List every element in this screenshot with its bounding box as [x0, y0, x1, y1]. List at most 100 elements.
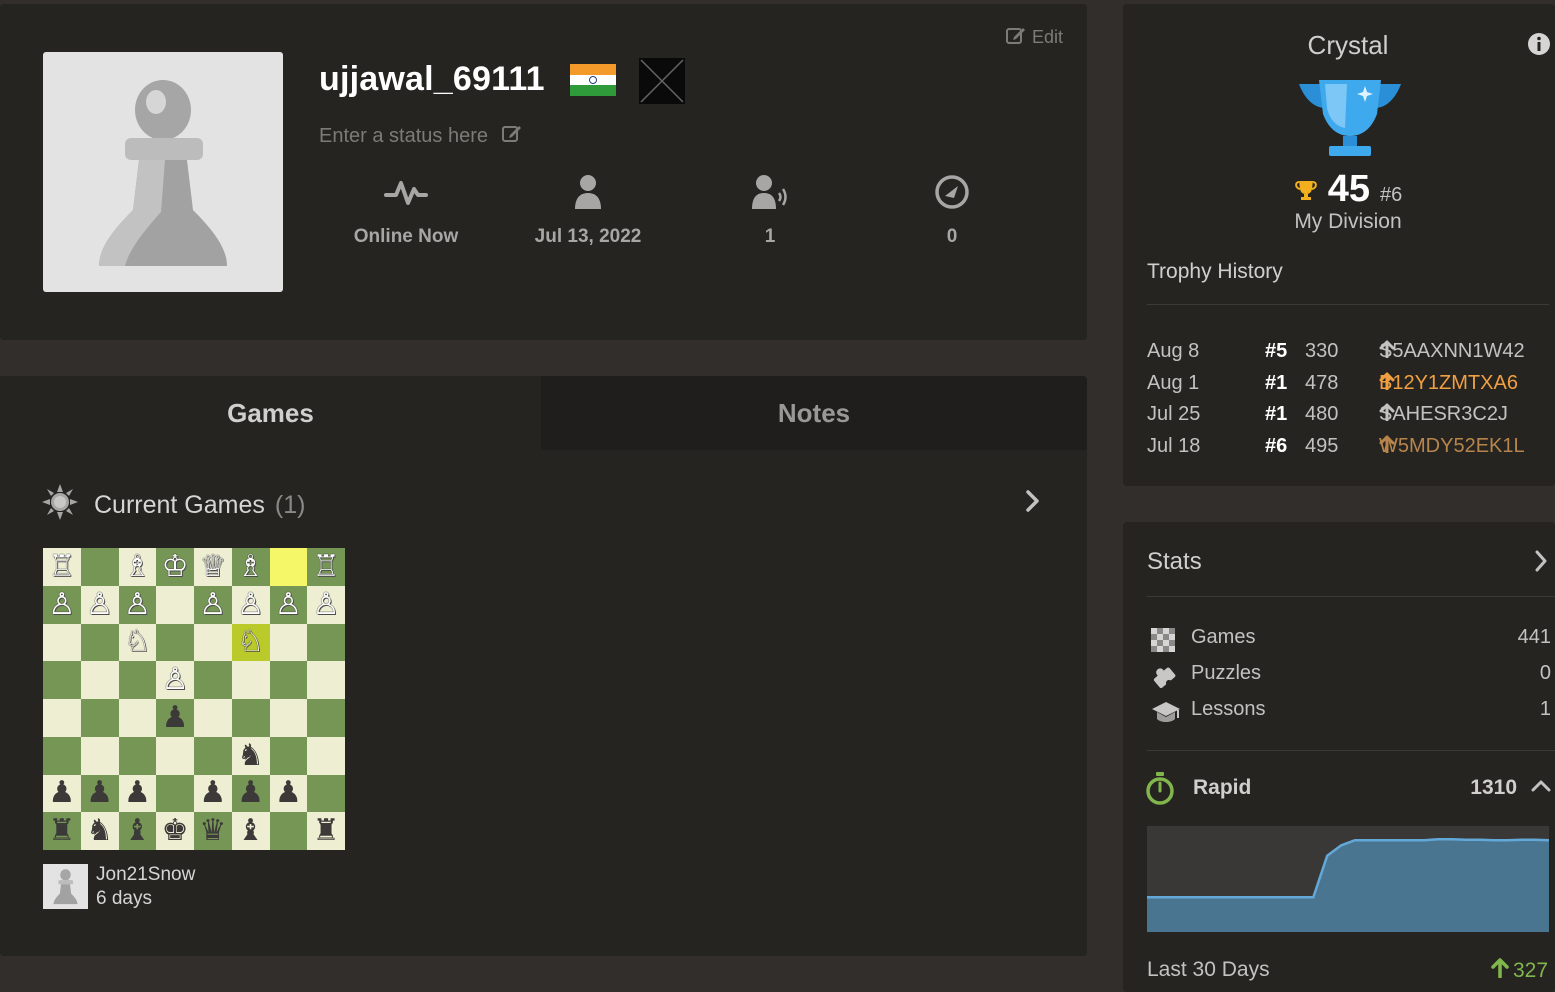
history-code-text: S5AAXNN1W42: [1379, 340, 1525, 362]
division-rank: 45 #6: [1123, 168, 1555, 211]
history-place: #1: [1265, 403, 1288, 425]
opponent-name[interactable]: Jon21Snow: [96, 864, 195, 886]
board-square: [80, 661, 119, 699]
stat-row-games[interactable]: Games 441: [1151, 626, 1551, 656]
white-pawn-icon: ♙: [48, 586, 76, 622]
chevron-right-icon[interactable]: [1024, 490, 1042, 517]
time-remaining: 6 days: [96, 888, 152, 909]
division-points: 45: [1327, 168, 1371, 210]
board-square: [231, 661, 270, 699]
board-square: [80, 699, 119, 737]
white-king-icon: ♔: [161, 548, 189, 584]
tab-games[interactable]: Games: [0, 376, 541, 450]
gold-trophy-icon: [1294, 179, 1318, 206]
board-square: ♙: [80, 585, 119, 624]
history-code-text: SAHESR3C2J: [1379, 403, 1508, 425]
divider: [1147, 750, 1555, 751]
history-code-text: B12Y1ZMTXA6: [1379, 371, 1518, 394]
history-code[interactable]: SAHESR3C2J: [1379, 403, 1508, 425]
stopwatch-icon: [1145, 772, 1175, 811]
board-square: [43, 699, 81, 737]
online-status: Online Now: [353, 226, 459, 247]
board-square: [118, 699, 157, 737]
info-icon[interactable]: [1527, 32, 1551, 61]
profile-stat-online: Online Now: [316, 172, 496, 248]
stats-card: Stats Games 441 Puzzles 0 Lessons 1 Rapi…: [1123, 522, 1555, 992]
history-date: Aug 1: [1147, 371, 1200, 394]
board-square: ♙: [231, 585, 270, 624]
stats-title[interactable]: Stats: [1147, 548, 1202, 576]
board-square: [269, 812, 308, 850]
puzzle-icon: [1151, 664, 1177, 696]
history-code[interactable]: B12Y1ZMTXA6: [1379, 372, 1518, 394]
board-square: [307, 699, 345, 737]
trophy-history-row[interactable]: Jul 25 #1 480 SAHESR3C2J: [1147, 403, 1555, 433]
username: ujjawal_69111: [319, 60, 545, 98]
chevron-up-icon[interactable]: [1531, 778, 1551, 797]
white-pawn-icon: ♙: [86, 586, 114, 622]
trophy-history-row[interactable]: Jul 18 #6 495 W5MDY52EK1L: [1147, 435, 1555, 465]
black-king-icon: ♚: [161, 813, 189, 849]
opponent-avatar[interactable]: [43, 864, 88, 909]
board-square: ♔: [156, 548, 194, 586]
board-square: ♘: [118, 623, 157, 662]
history-date: Jul 18: [1147, 434, 1201, 457]
board-square: [118, 736, 157, 775]
board-square: ♜: [43, 812, 81, 850]
board-square: ♖: [307, 548, 345, 586]
profile-card: Edit ujjawal_69111 Enter a status here O…: [0, 4, 1087, 340]
board-square: ♗: [118, 548, 157, 586]
board-square: [269, 548, 308, 586]
black-rook-icon: ♜: [312, 813, 340, 849]
edit-label: Edit: [1032, 27, 1064, 47]
black-pawn-icon: ♟: [48, 775, 76, 811]
profile-stat-views: 0: [862, 172, 1042, 248]
board-square: ♟: [156, 699, 194, 737]
india-flag-icon: [570, 64, 616, 96]
board-square: [269, 699, 308, 737]
current-games-header[interactable]: Current Games (1): [42, 484, 305, 527]
white-pawn-icon: ♙: [237, 586, 265, 622]
black-knight-icon: ♞: [86, 813, 114, 849]
my-division-link[interactable]: My Division: [1123, 210, 1555, 234]
white-rook-icon: ♖: [312, 548, 340, 584]
stat-value: 441: [1517, 626, 1551, 648]
stat-row-lessons[interactable]: Lessons 1: [1151, 698, 1551, 728]
board-square: ♘: [231, 623, 270, 662]
black-bishop-icon: ♝: [237, 813, 265, 849]
league-name: Crystal: [1307, 30, 1389, 60]
game-board-preview[interactable]: ♖ ♗ ♔ ♕ ♗ ♖ ♙ ♙ ♙ ♙ ♙ ♙ ♙ ♘ ♘ ♙ ♟ ♞ ♟ ♟ ♟ ♟ ♟ ♟ ♜ ♞ ♝ ♚ ♛ ♝ ♜: [43, 548, 345, 850]
white-queen-icon: ♕: [199, 548, 227, 584]
rapid-label: Rapid: [1193, 776, 1252, 799]
stat-label: Lessons: [1191, 698, 1266, 720]
profile-stat-followers[interactable]: 1: [680, 172, 860, 248]
trophy-history-row[interactable]: Aug 8 #5 330 S5AAXNN1W42: [1147, 340, 1555, 370]
rating-change-value: 327: [1513, 959, 1549, 982]
current-games-count: (1): [274, 491, 306, 519]
board-square: [194, 699, 232, 737]
stat-label: Puzzles: [1191, 662, 1262, 684]
history-code[interactable]: W5MDY52EK1L: [1379, 435, 1525, 457]
stat-row-puzzles[interactable]: Puzzles 0: [1151, 662, 1551, 692]
joined-user-icon: [498, 172, 678, 212]
chevron-right-icon[interactable]: [1533, 550, 1549, 577]
board-square: [307, 661, 345, 699]
white-bishop-icon: ♗: [237, 548, 265, 584]
board-square: ♞: [80, 812, 119, 850]
broken-image-icon: [639, 58, 685, 104]
board-square: ♜: [307, 812, 345, 850]
rapid-rating-row[interactable]: Rapid 1310: [1145, 772, 1555, 808]
history-code[interactable]: S5AAXNN1W42: [1379, 340, 1525, 362]
tab-notes[interactable]: Notes: [541, 376, 1087, 450]
board-square: [118, 661, 157, 699]
board-square: ♖: [43, 548, 81, 586]
history-code-text: W5MDY52EK1L: [1379, 434, 1525, 457]
board-square: ♚: [156, 812, 194, 850]
checkerboard-icon: [1151, 628, 1175, 658]
black-pawn-icon: ♟: [237, 775, 265, 811]
trophy-history-row[interactable]: Aug 1 #1 478 B12Y1ZMTXA6: [1147, 372, 1555, 402]
edit-profile-button[interactable]: Edit: [1006, 26, 1063, 49]
black-pawn-icon: ♟: [86, 775, 114, 811]
avatar[interactable]: [43, 52, 283, 292]
status-input[interactable]: Enter a status here: [319, 124, 522, 148]
